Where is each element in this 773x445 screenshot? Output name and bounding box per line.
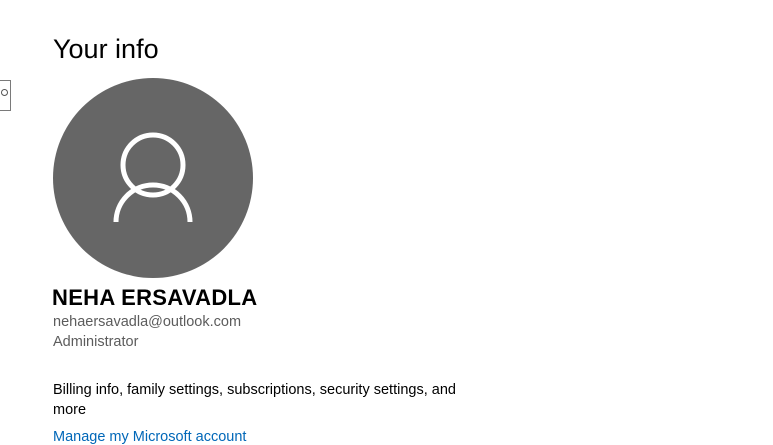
account-description: Billing info, family settings, subscript… (53, 382, 456, 418)
user-email: nehaersavadla@outlook.com (53, 314, 242, 330)
manage-account-link[interactable]: Manage my Microsoft account (53, 428, 246, 445)
user-name: NEHA ERSAVADLA (52, 285, 258, 310)
person-icon (113, 132, 193, 223)
avatar (53, 78, 253, 278)
page-title: Your info (53, 34, 159, 64)
your-info-page: Your info NEHA ERSAVADLA nehaersavadla@o… (0, 0, 773, 445)
search-box-edge[interactable] (0, 80, 11, 111)
search-icon (1, 89, 8, 96)
user-role: Administrator (53, 334, 139, 350)
